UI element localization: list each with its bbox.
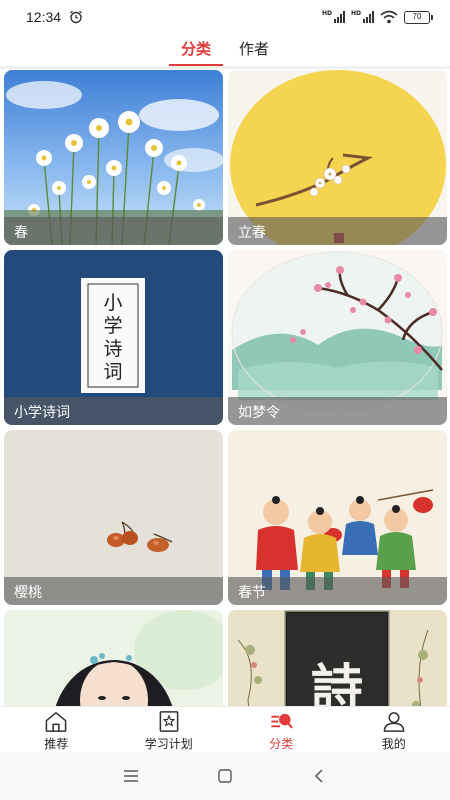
category-card-spring[interactable]: 春 xyxy=(4,70,223,245)
card-label: 樱桃 xyxy=(4,577,223,605)
nav-label: 推荐 xyxy=(44,737,69,751)
card-label: 春节 xyxy=(228,577,447,605)
menu-icon xyxy=(124,770,138,782)
lady-portrait-image xyxy=(4,610,223,706)
signal-icon: HD xyxy=(322,11,345,23)
nav-mine[interactable]: 我的 xyxy=(338,707,450,752)
category-card-lady[interactable] xyxy=(4,610,223,706)
nav-label: 分类 xyxy=(269,737,294,751)
person-icon xyxy=(383,712,405,732)
battery-icon: 70 xyxy=(404,10,433,24)
card-label: 春 xyxy=(4,217,223,245)
menu-button[interactable] xyxy=(119,764,143,788)
back-button[interactable] xyxy=(307,764,331,788)
wifi-icon xyxy=(380,10,398,24)
card-label: 如梦令 xyxy=(228,397,447,425)
bottom-nav: 推荐 学习计划 分类 我的 xyxy=(0,706,450,752)
system-nav-bar xyxy=(0,752,450,800)
category-card-lichun[interactable]: 立春 xyxy=(228,70,447,245)
square-icon xyxy=(218,769,232,783)
nav-category[interactable]: 分类 xyxy=(225,707,338,752)
card-label: 小学诗词 xyxy=(4,397,223,425)
chevron-left-icon xyxy=(314,769,323,783)
status-time: 12:34 xyxy=(26,9,62,25)
nav-label: 学习计划 xyxy=(144,737,193,751)
nav-study-plan[interactable]: 学习计划 xyxy=(113,707,226,752)
star-book-icon xyxy=(159,711,179,732)
alarm-icon xyxy=(70,10,82,24)
home-icon xyxy=(45,712,67,732)
tab-category[interactable]: 分类 xyxy=(168,34,224,66)
book-cover-text: 小学诗词 xyxy=(103,292,123,383)
category-card-rumengling[interactable]: 如梦令 xyxy=(228,250,447,425)
signal-icon: HD xyxy=(351,11,374,23)
tab-divider xyxy=(0,66,450,69)
status-bar: 12:34 HD HD 70 xyxy=(0,0,450,34)
category-card-spring-festival[interactable]: 春节 xyxy=(228,430,447,605)
battery-level: 70 xyxy=(412,11,422,21)
top-tabs: 分类 作者 xyxy=(0,34,450,68)
category-card-poem[interactable]: 詩 xyxy=(228,610,447,706)
home-button[interactable] xyxy=(213,764,237,788)
nav-label: 我的 xyxy=(381,737,406,751)
calligraphy-character: 詩 xyxy=(310,659,363,707)
category-grid: 春 立春 小学诗词 小学诗词 如梦令 樱桃 春节 詩 xyxy=(4,70,447,706)
card-label: 立春 xyxy=(228,217,447,245)
category-card-primary-poems[interactable]: 小学诗词 小学诗词 xyxy=(4,250,223,425)
tab-author[interactable]: 作者 xyxy=(233,34,275,66)
nav-recommend[interactable]: 推荐 xyxy=(0,707,113,752)
category-card-cherry[interactable]: 樱桃 xyxy=(4,430,223,605)
category-icon xyxy=(271,713,293,729)
